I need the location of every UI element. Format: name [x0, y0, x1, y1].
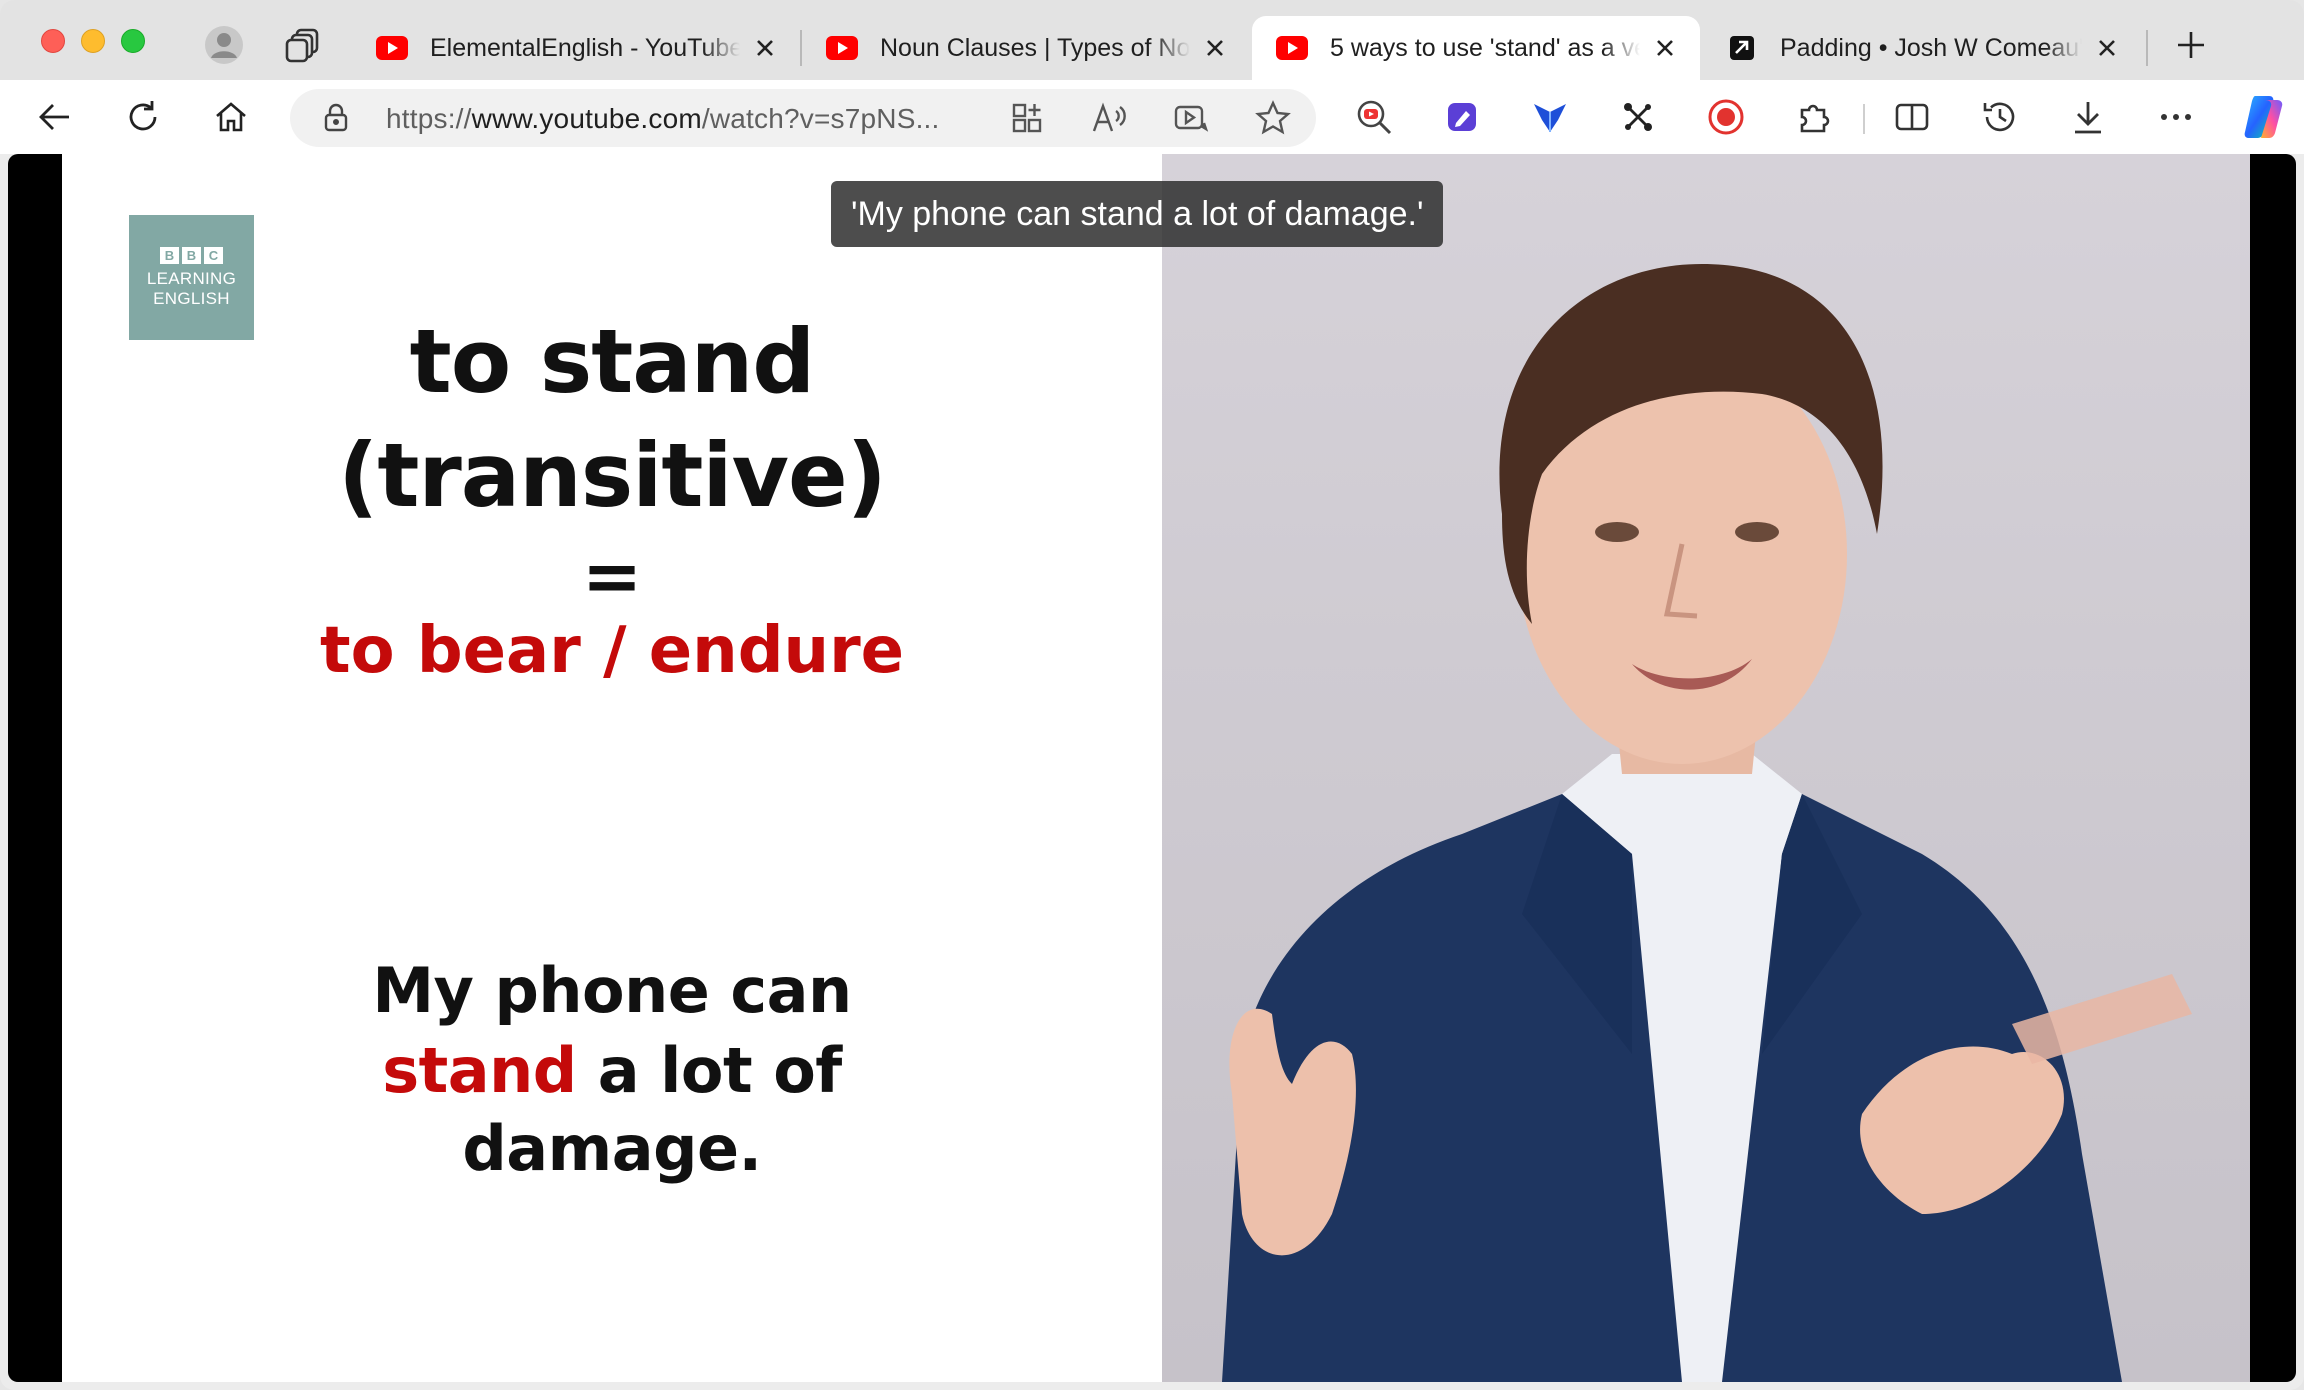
favorite-star-icon[interactable] — [1253, 98, 1293, 138]
url-prefix: https:// — [386, 103, 472, 134]
tab-padding[interactable]: Padding • Josh W Comeau's — [1702, 16, 2142, 80]
close-tab-icon[interactable] — [1200, 33, 1230, 63]
browser-toolbar: https://www.youtube.com/watch?v=s7pNS... — [0, 80, 2304, 154]
close-tab-icon[interactable] — [750, 33, 780, 63]
tab-title: ElementalEnglish - YouTube — [430, 33, 740, 62]
youtube-icon — [376, 36, 408, 60]
copilot-icon[interactable] — [2236, 89, 2292, 145]
slide-verb: to stand — [409, 310, 816, 413]
bbc-block: B — [182, 246, 201, 264]
reload-button[interactable] — [118, 92, 168, 142]
slide-meaning: to bear / endure — [319, 614, 905, 688]
extension-record-icon[interactable] — [1701, 92, 1751, 142]
tab-noun-clauses[interactable]: Noun Clauses | Types of Noun Clauses — [802, 16, 1250, 80]
history-icon[interactable] — [1975, 92, 2025, 142]
workspaces-icon[interactable] — [281, 22, 327, 68]
arrow-link-icon — [1730, 36, 1754, 60]
tab-strip: ElementalEnglish - YouTube Noun Clauses … — [0, 0, 2304, 80]
tab-title: Noun Clauses | Types of Noun Clauses — [880, 33, 1190, 62]
extension-shuffle-icon[interactable] — [1613, 92, 1663, 142]
profile-icon[interactable] — [201, 22, 247, 68]
lesson-slide: B B C LEARNING ENGLISH to stand (transit… — [62, 154, 1162, 1382]
lock-icon[interactable] — [320, 102, 352, 134]
address-bar[interactable]: https://www.youtube.com/watch?v=s7pNS... — [290, 89, 1316, 147]
slide-equals: = — [581, 534, 643, 618]
example-line-3: damage. — [462, 1112, 762, 1185]
downloads-icon[interactable] — [2063, 92, 2113, 142]
tab-separator — [2146, 30, 2148, 66]
example-highlight: stand — [382, 1034, 577, 1107]
zoom-window-button[interactable] — [121, 29, 145, 53]
presenter-figure — [1222, 264, 2192, 1382]
more-options-icon[interactable] — [2151, 92, 2201, 142]
extension-notes-icon[interactable] — [1437, 92, 1487, 142]
tab-title: 5 ways to use 'stand' as a verb — [1330, 33, 1640, 62]
home-button[interactable] — [206, 92, 256, 142]
bbc-block: C — [204, 246, 223, 264]
example-line-1: My phone can — [372, 954, 852, 1027]
new-tab-button[interactable] — [2168, 22, 2214, 68]
video-caption: 'My phone can stand a lot of damage.' — [831, 181, 1444, 247]
close-tab-icon[interactable] — [2092, 33, 2122, 63]
tab-stand-verb[interactable]: 5 ways to use 'stand' as a verb — [1252, 16, 1700, 80]
video-enhance-icon[interactable] — [1171, 98, 1211, 138]
slide-verb-type: (transitive) — [338, 424, 887, 527]
extensions-puzzle-icon[interactable] — [1789, 92, 1839, 142]
app-available-icon[interactable] — [1007, 98, 1047, 138]
browser-window: ElementalEnglish - YouTube Noun Clauses … — [0, 0, 2304, 1390]
url-text[interactable]: https://www.youtube.com/watch?v=s7pNS... — [386, 103, 940, 135]
read-aloud-icon[interactable] — [1089, 98, 1129, 138]
url-host: www.youtube.com — [471, 103, 702, 134]
youtube-icon — [826, 36, 858, 60]
tab-title: Padding • Josh W Comeau's — [1780, 33, 2082, 62]
tab-elementalenglish[interactable]: ElementalEnglish - YouTube — [352, 16, 800, 80]
logo-line-1: LEARNING — [146, 268, 237, 288]
video-player[interactable]: B B C LEARNING ENGLISH to stand (transit… — [8, 154, 2296, 1382]
split-screen-icon[interactable] — [1887, 92, 1937, 142]
youtube-icon — [1276, 36, 1308, 60]
close-window-button[interactable] — [41, 29, 65, 53]
example-line-2: stand a lot of — [62, 1034, 1162, 1107]
extension-search-icon[interactable] — [1349, 92, 1399, 142]
back-button[interactable] — [30, 92, 80, 142]
example-line-2-rest: a lot of — [576, 1034, 843, 1107]
bbc-block: B — [160, 246, 179, 264]
toolbar-separator — [1863, 104, 1865, 134]
bbc-blocks: B B C — [160, 246, 223, 264]
logo-line-2: ENGLISH — [153, 288, 230, 308]
url-path: /watch?v=s7pNS... — [701, 103, 940, 134]
close-tab-icon[interactable] — [1650, 33, 1680, 63]
presenter-panel — [1162, 154, 2250, 1382]
minimize-window-button[interactable] — [81, 29, 105, 53]
extension-bird-icon[interactable] — [1525, 92, 1575, 142]
